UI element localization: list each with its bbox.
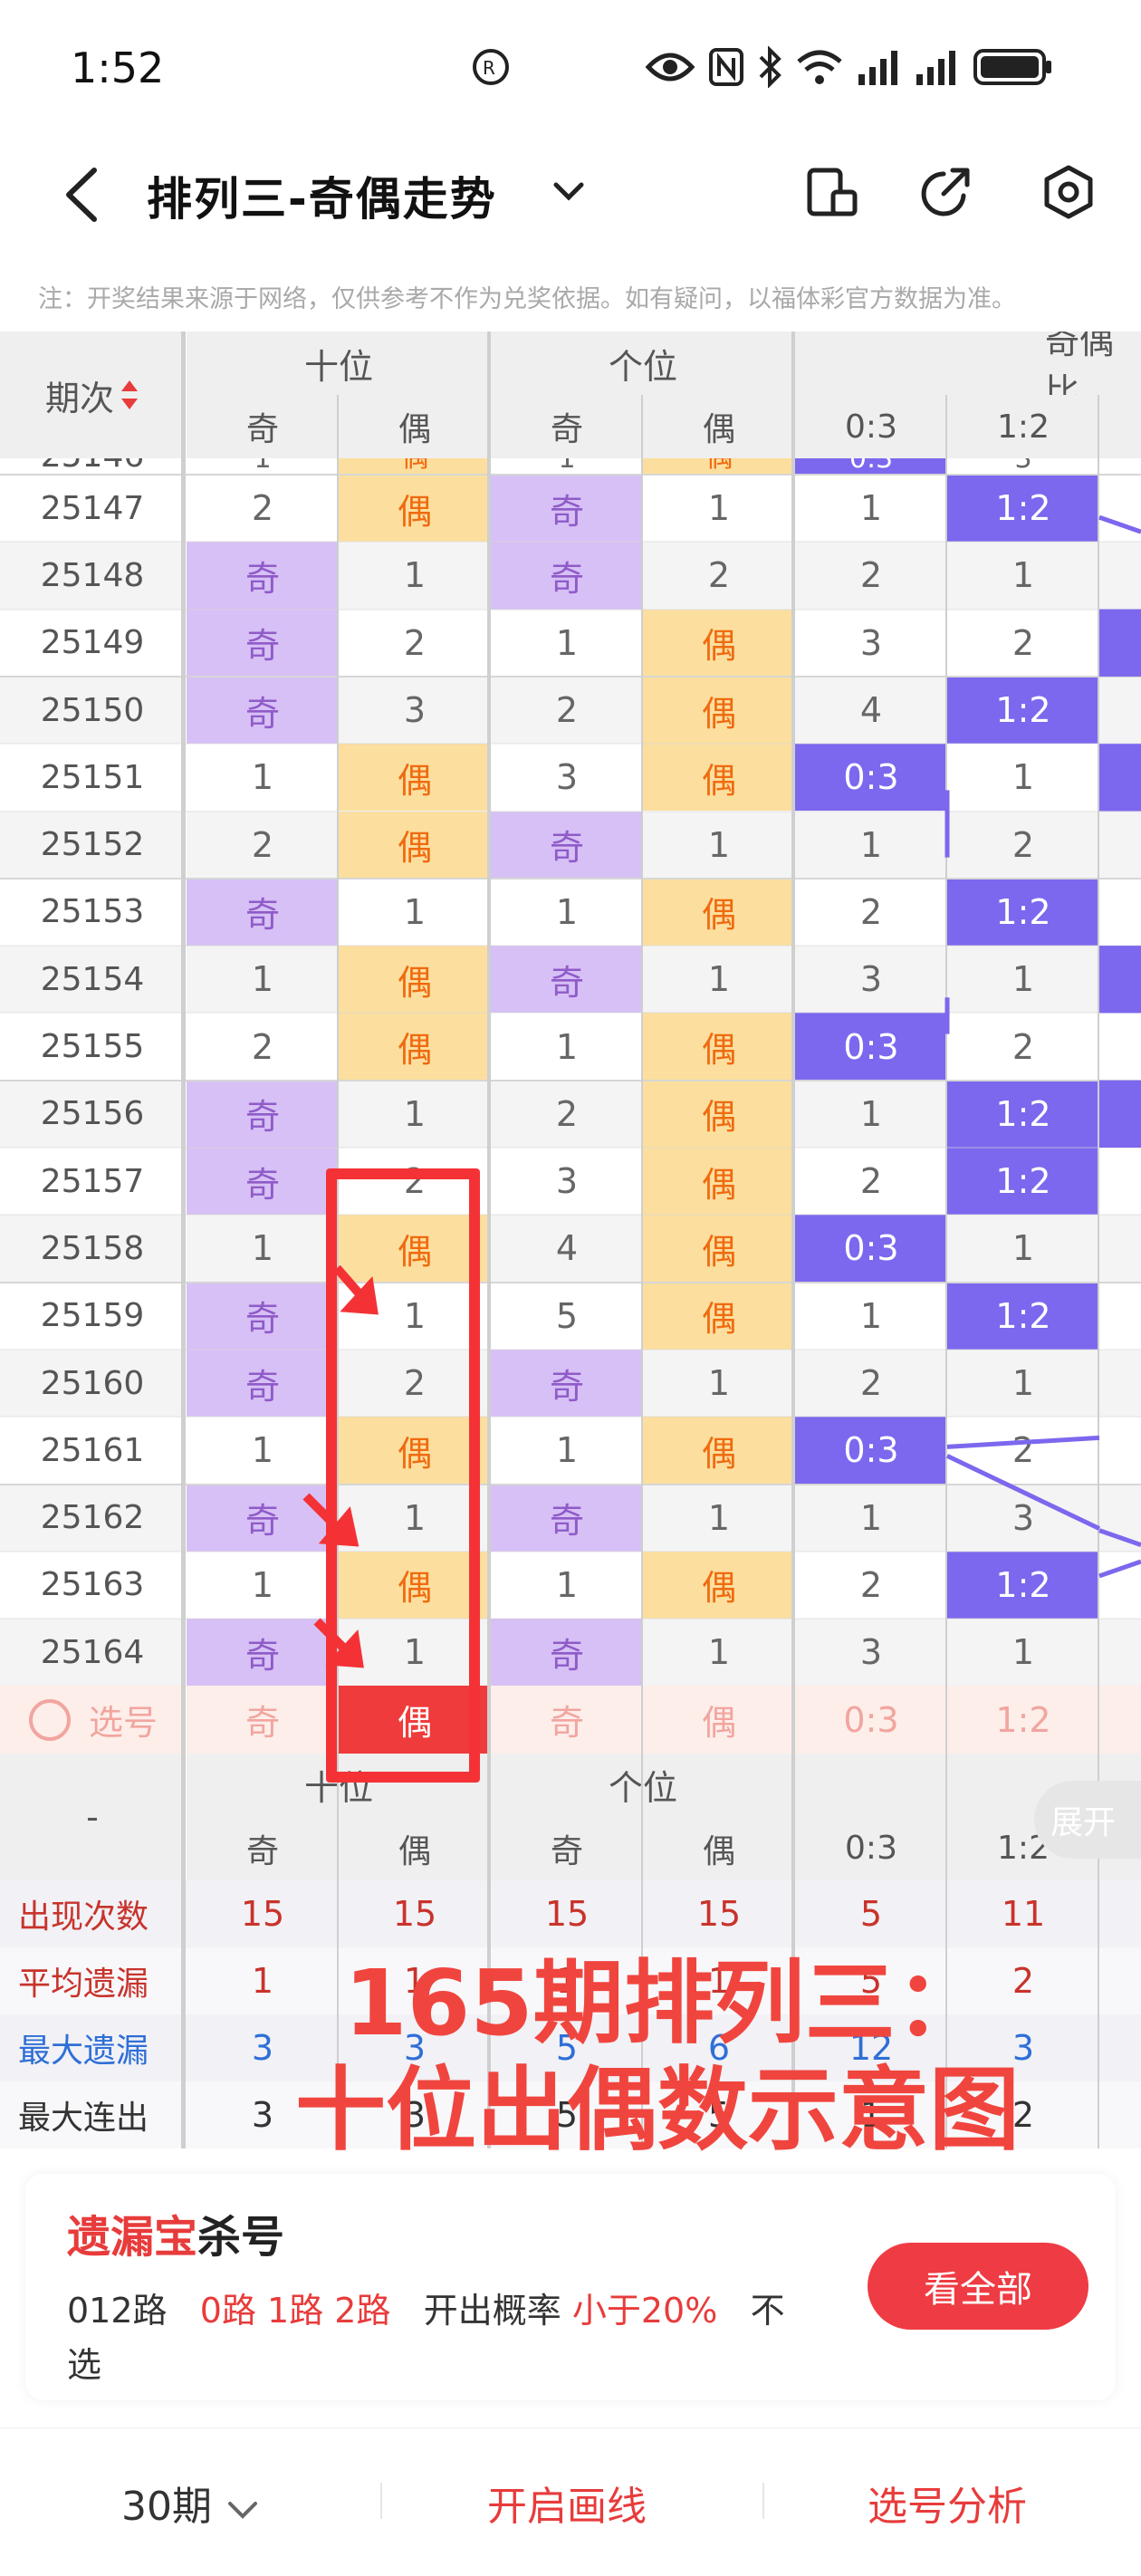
- draw-line-button[interactable]: 开启画线: [487, 2474, 647, 2532]
- overlay-caption-line2: 十位出偶数示意图: [295, 2057, 1020, 2163]
- period-select[interactable]: 30期: [121, 2474, 261, 2532]
- view-all-button[interactable]: 看全部: [868, 2243, 1088, 2330]
- bottom-toolbar: 30期 开启画线 选号分析: [0, 2427, 1141, 2576]
- number-analysis-button[interactable]: 选号分析: [868, 2474, 1027, 2532]
- card-probability-value: 小于20%: [571, 2291, 718, 2331]
- card-title: 遗漏宝杀号: [67, 2201, 284, 2264]
- card-desc-end: 不: [750, 2291, 785, 2331]
- chevron-down-icon: [228, 2502, 257, 2519]
- kill-number-card: 遗漏宝杀号 012路 0路 1路 2路 开出概率 小于20% 不 选 看全部: [25, 2174, 1116, 2400]
- expand-button[interactable]: 展开: [1034, 1781, 1141, 1859]
- arrow-icon: [313, 1618, 364, 1668]
- card-title-brand: 遗漏宝: [67, 2212, 198, 2263]
- arrow-icon: [302, 1493, 360, 1547]
- divider: [762, 2483, 764, 2519]
- card-probability-label: 开出概率: [423, 2291, 561, 2331]
- divider: [380, 2483, 382, 2519]
- card-desc-wrap: 选: [67, 2345, 102, 2385]
- arrow-icon: [333, 1264, 379, 1315]
- period-select-label: 30期: [121, 2484, 212, 2530]
- card-routes: 0路 1路 2路: [199, 2291, 391, 2331]
- card-description: 012路 0路 1路 2路 开出概率 小于20% 不: [67, 2283, 785, 2332]
- card-title-suffix: 杀号: [197, 2212, 285, 2263]
- card-route-label: 012路: [67, 2291, 168, 2331]
